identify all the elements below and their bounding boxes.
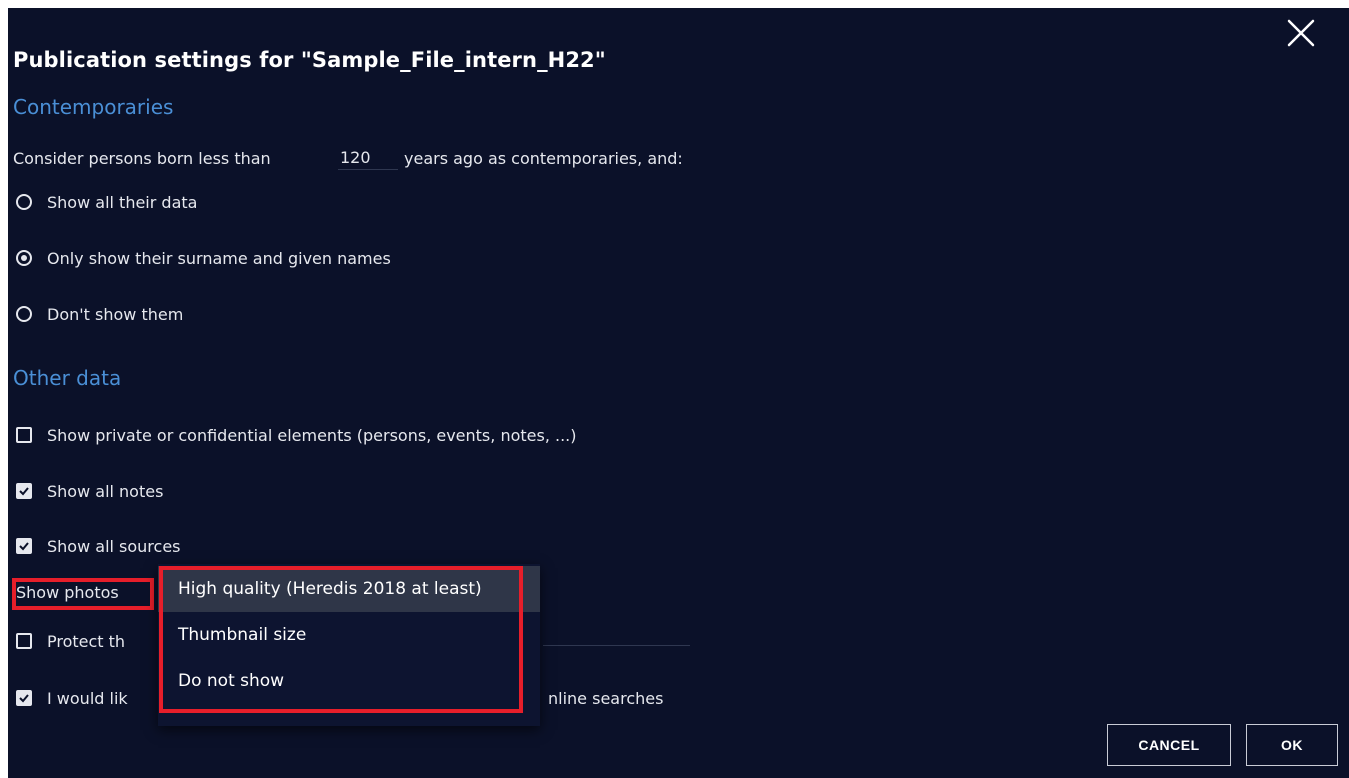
radio-label: Show all their data bbox=[47, 193, 198, 212]
photos-dropdown-menu: High quality (Heredis 2018 at least) Thu… bbox=[158, 564, 540, 726]
consider-prefix-text: Consider persons born less than bbox=[13, 149, 271, 168]
dropdown-option-high-quality[interactable]: High quality (Heredis 2018 at least) bbox=[158, 566, 540, 612]
checkbox-label: Show all sources bbox=[47, 537, 181, 556]
checkbox-label: Show all notes bbox=[47, 482, 164, 501]
checkbox-checked[interactable] bbox=[16, 538, 32, 554]
radio-button[interactable] bbox=[16, 194, 32, 210]
checkbox-checked[interactable] bbox=[16, 690, 32, 706]
publication-settings-dialog: Publication settings for "Sample_File_in… bbox=[8, 8, 1349, 778]
consider-suffix-text: years ago as contemporaries, and: bbox=[404, 149, 683, 168]
checkbox-label: Show private or confidential elements (p… bbox=[47, 426, 577, 445]
dropdown-option-thumbnail[interactable]: Thumbnail size bbox=[158, 612, 540, 658]
contemporaries-heading: Contemporaries bbox=[13, 95, 174, 119]
radio-button[interactable] bbox=[16, 306, 32, 322]
dropdown-option-do-not-show[interactable]: Do not show bbox=[158, 658, 540, 704]
other-data-heading: Other data bbox=[13, 366, 122, 390]
check-icon bbox=[19, 487, 29, 496]
radio-button-selected[interactable] bbox=[16, 250, 32, 266]
check-icon bbox=[19, 694, 29, 703]
check-icon bbox=[19, 542, 29, 551]
checkbox-label: Protect th bbox=[47, 632, 126, 651]
ok-button[interactable]: OK bbox=[1246, 724, 1338, 766]
cancel-button[interactable]: CANCEL bbox=[1107, 724, 1231, 766]
radio-label: Only show their surname and given names bbox=[47, 249, 391, 268]
checkbox-checked[interactable] bbox=[16, 483, 32, 499]
checkbox[interactable] bbox=[16, 633, 32, 649]
years-input[interactable] bbox=[338, 145, 398, 170]
dialog-title: Publication settings for "Sample_File_in… bbox=[13, 48, 606, 72]
close-icon[interactable] bbox=[1284, 16, 1318, 50]
checkbox[interactable] bbox=[16, 427, 32, 443]
radio-label: Don't show them bbox=[47, 305, 184, 324]
checkbox-label: I would lik bbox=[47, 689, 128, 708]
input-underline bbox=[543, 645, 690, 646]
checkbox-label-suffix: nline searches bbox=[548, 689, 664, 708]
show-photos-highlight bbox=[12, 578, 154, 610]
